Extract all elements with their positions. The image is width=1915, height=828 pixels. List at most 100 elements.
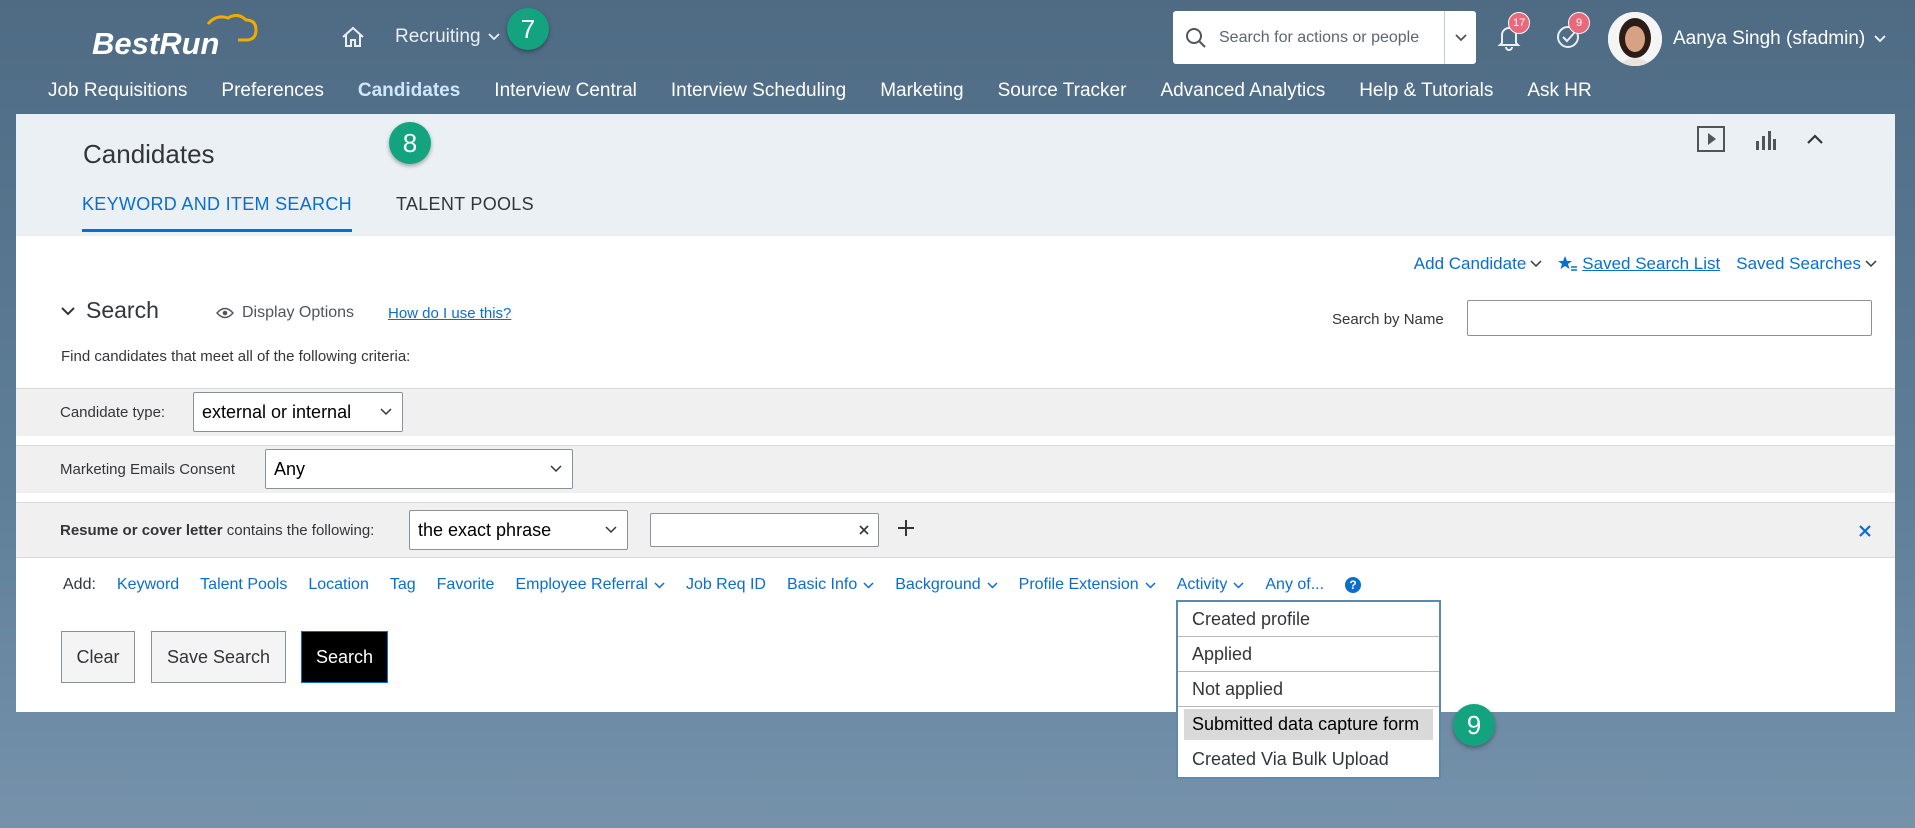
home-icon[interactable] <box>340 24 366 50</box>
activity-option-created-profile[interactable]: Created profile <box>1178 602 1439 637</box>
display-options-button[interactable]: Display Options <box>216 304 354 322</box>
resume-label-rest: contains the following: <box>222 522 375 539</box>
page-header: Candidates 8 KEYWORD AND ITEM SEARCH TAL… <box>16 114 1895 236</box>
avatar[interactable] <box>1608 12 1662 66</box>
candidate-type-label: Candidate type: <box>60 404 166 421</box>
employee-referral-label: Employee Referral <box>515 576 648 593</box>
tab-talent-pools[interactable]: TALENT POOLS <box>396 194 534 232</box>
candidates-panel: Candidates 8 KEYWORD AND ITEM SEARCH TAL… <box>16 114 1895 712</box>
nav-candidates[interactable]: Candidates <box>358 80 460 102</box>
profile-extension-label: Profile Extension <box>1018 576 1139 593</box>
nav-help-tutorials[interactable]: Help & Tutorials <box>1359 80 1493 102</box>
clear-icon[interactable] <box>858 524 870 536</box>
background-label: Background <box>895 576 981 593</box>
collapse-header-icon[interactable] <box>1805 132 1825 146</box>
add-basic-info-dropdown[interactable]: Basic Info <box>787 576 874 594</box>
add-criteria-row: Add: Keyword Talent Pools Location Tag F… <box>63 576 1362 594</box>
play-icon[interactable] <box>1697 126 1725 152</box>
global-search-input[interactable] <box>1219 28 1441 47</box>
nav-source-tracker[interactable]: Source Tracker <box>998 80 1127 102</box>
criteria-row-marketing-consent: Marketing Emails Consent Any <box>16 445 1895 493</box>
candidate-type-value: external or internal <box>202 401 352 422</box>
search-by-name-input[interactable] <box>1467 300 1872 336</box>
add-keyword-link[interactable]: Keyword <box>117 576 179 594</box>
module-switcher[interactable]: Recruiting <box>395 26 501 48</box>
add-activity-dropdown[interactable]: Activity <box>1177 576 1245 594</box>
saved-search-list-label: Saved Search List <box>1582 254 1721 273</box>
chevron-down-icon <box>605 526 617 534</box>
bestrun-logo[interactable]: BestRun <box>90 14 260 64</box>
add-background-dropdown[interactable]: Background <box>895 576 998 594</box>
chevron-down-icon <box>987 581 998 589</box>
search-icon <box>1173 27 1219 49</box>
activity-option-not-applied[interactable]: Not applied <box>1178 672 1439 707</box>
step-badge-9: 9 <box>1453 704 1495 746</box>
save-search-button[interactable]: Save Search <box>151 631 286 683</box>
add-talent-pools-link[interactable]: Talent Pools <box>200 576 287 594</box>
resume-criteria-label: Resume or cover letter contains the foll… <box>60 522 374 539</box>
clear-button[interactable]: Clear <box>61 631 135 683</box>
nav-interview-central[interactable]: Interview Central <box>494 80 637 102</box>
add-any-of-link[interactable]: Any of... <box>1265 576 1324 594</box>
add-employee-referral-dropdown[interactable]: Employee Referral <box>515 576 665 594</box>
chevron-down-icon <box>1874 35 1886 43</box>
chevron-down-icon <box>380 408 392 416</box>
bar-chart-icon[interactable] <box>1753 127 1777 151</box>
activity-dropdown-menu: Created profile Applied Not applied Subm… <box>1176 600 1441 779</box>
search-section-title: Search <box>86 297 159 323</box>
search-button[interactable]: Search <box>301 631 388 683</box>
nav-ask-hr[interactable]: Ask HR <box>1527 80 1591 102</box>
add-label: Add: <box>63 576 96 593</box>
nav-interview-scheduling[interactable]: Interview Scheduling <box>671 80 846 102</box>
activity-option-applied[interactable]: Applied <box>1178 637 1439 672</box>
chevron-down-icon <box>1145 581 1156 589</box>
nav-job-requisitions[interactable]: Job Requisitions <box>48 80 187 102</box>
step-badge-7: 7 <box>507 8 549 50</box>
notifications-button[interactable]: 17 <box>1494 12 1531 56</box>
candidate-type-select[interactable]: external or internal <box>193 392 403 432</box>
tasks-button[interactable]: 9 <box>1554 12 1590 56</box>
resume-keyword-input[interactable] <box>650 513 879 547</box>
remove-criteria-icon[interactable] <box>1858 524 1872 538</box>
activity-option-created-via-bulk-upload[interactable]: Created Via Bulk Upload <box>1178 742 1439 777</box>
notifications-count: 17 <box>1508 12 1531 34</box>
plus-icon[interactable] <box>896 518 916 538</box>
activity-label: Activity <box>1176 576 1228 593</box>
how-to-link[interactable]: How do I use this? <box>388 305 511 322</box>
module-label: Recruiting <box>395 26 481 47</box>
nav-advanced-analytics[interactable]: Advanced Analytics <box>1160 80 1325 102</box>
resume-label-bold: Resume or cover letter <box>60 522 223 539</box>
page-title: Candidates <box>83 139 215 169</box>
add-tag-link[interactable]: Tag <box>390 576 416 594</box>
add-favorite-link[interactable]: Favorite <box>437 576 495 594</box>
chevron-down-icon <box>1454 33 1467 41</box>
add-candidate-button[interactable]: Add Candidate <box>1414 254 1542 274</box>
help-icon[interactable]: ? <box>1345 577 1362 593</box>
main-navigation: Job Requisitions Preferences Candidates … <box>48 80 1592 102</box>
chevron-down-icon <box>863 581 874 589</box>
search-scope-dropdown[interactable] <box>1444 11 1476 64</box>
nav-marketing[interactable]: Marketing <box>880 80 963 102</box>
resume-match-select[interactable]: the exact phrase <box>409 510 628 550</box>
marketing-consent-select[interactable]: Any <box>265 449 573 489</box>
tab-keyword-and-item-search[interactable]: KEYWORD AND ITEM SEARCH <box>82 194 352 232</box>
marketing-consent-value: Any <box>274 458 306 479</box>
star-list-icon <box>1558 256 1578 271</box>
activity-option-submitted-data-capture-form[interactable]: Submitted data capture form <box>1184 709 1433 740</box>
shell-bar: BestRun Recruiting 7 17 9 Aanya Singh <box>0 0 1915 112</box>
nav-preferences[interactable]: Preferences <box>221 80 323 102</box>
saved-searches-button[interactable]: Saved Searches <box>1736 254 1877 274</box>
user-menu[interactable]: Aanya Singh (sfadmin) <box>1673 28 1887 50</box>
chevron-down-icon <box>61 306 75 315</box>
search-section-toggle[interactable]: Search <box>60 297 159 324</box>
add-profile-extension-dropdown[interactable]: Profile Extension <box>1019 576 1156 594</box>
saved-search-list-link[interactable]: Saved Search List <box>1558 254 1720 274</box>
chevron-down-icon <box>654 581 665 589</box>
add-candidate-label: Add Candidate <box>1413 254 1527 273</box>
global-search[interactable] <box>1173 11 1476 64</box>
step-badge-8: 8 <box>389 122 431 164</box>
resume-match-value: the exact phrase <box>418 519 552 540</box>
add-location-link[interactable]: Location <box>308 576 369 594</box>
criteria-row-resume: Resume or cover letter contains the foll… <box>16 502 1895 558</box>
add-job-req-id-link[interactable]: Job Req ID <box>686 576 766 594</box>
